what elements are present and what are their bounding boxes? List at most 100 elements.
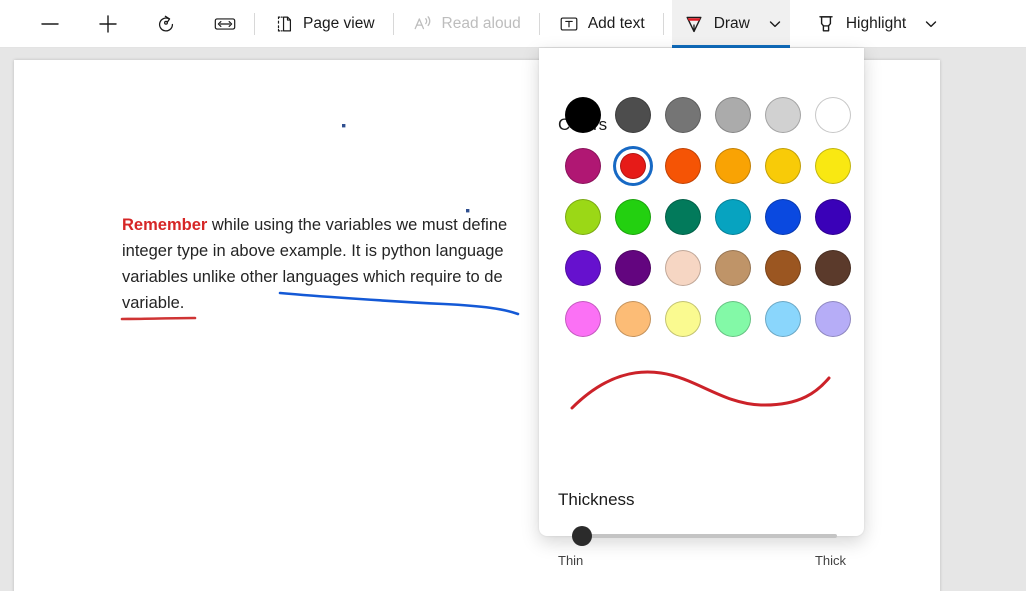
chevron-down-icon (769, 20, 781, 27)
color-swatch-dark-gray[interactable] (608, 90, 658, 140)
color-swatch-tan[interactable] (708, 243, 758, 293)
read-aloud-icon (414, 15, 430, 29)
color-swatch-orange-dark[interactable] (658, 141, 708, 191)
draw-dropdown-button[interactable] (759, 0, 790, 48)
swatch-fill (620, 153, 646, 179)
pen-icon (686, 16, 702, 32)
document-viewport[interactable]: Remember while using the variables we mu… (0, 48, 1026, 591)
minus-icon (41, 22, 59, 25)
color-swatch-blue-light[interactable] (758, 294, 808, 344)
highlight-dropdown-button[interactable] (916, 4, 946, 44)
color-swatch-green-light[interactable] (708, 294, 758, 344)
color-swatch-yellow[interactable] (808, 141, 858, 191)
swatch-fill (715, 97, 751, 133)
read-aloud-label: Read aloud (441, 14, 521, 32)
color-swatch-lime[interactable] (558, 192, 608, 242)
swatch-fill (565, 199, 601, 235)
color-swatch-gray[interactable] (658, 90, 708, 140)
color-swatch-indigo[interactable] (808, 192, 858, 242)
ink-dot-1 (342, 124, 346, 128)
highlight-label: Highlight (845, 14, 907, 32)
paragraph-line-1: Remember while using the variables we mu… (122, 212, 554, 238)
swatch-fill (565, 148, 601, 184)
slider-label-thick: Thick (814, 553, 846, 568)
color-swatch-yellow-light[interactable] (658, 294, 708, 344)
swatch-fill (615, 97, 651, 133)
color-swatch-lavender[interactable] (808, 294, 858, 344)
color-swatch-light-gray[interactable] (708, 90, 758, 140)
color-swatch-black[interactable] (558, 90, 608, 140)
swatch-fill (765, 148, 801, 184)
thickness-slider[interactable]: Thin Thick (558, 478, 846, 568)
zoom-in-button[interactable] (88, 4, 128, 44)
color-swatch-peach[interactable] (608, 294, 658, 344)
swatch-fill (815, 97, 851, 133)
color-swatch-green-bright[interactable] (608, 192, 658, 242)
draw-button[interactable]: Draw (671, 0, 761, 48)
swatch-fill (815, 199, 851, 235)
swatch-fill (815, 250, 851, 286)
color-swatch-violet[interactable] (558, 243, 608, 293)
slider-thumb[interactable] (572, 526, 592, 546)
swatch-fill (615, 199, 651, 235)
line1-rest: while using the variables we must define (207, 216, 508, 234)
red-underline-stroke (120, 316, 197, 321)
swatch-fill (665, 148, 701, 184)
swatch-fill (665, 97, 701, 133)
swatch-fill (665, 250, 701, 286)
page-view-icon (277, 16, 292, 31)
swatch-fill (765, 97, 801, 133)
chevron-down-icon (925, 20, 937, 27)
color-swatch-magenta[interactable] (558, 141, 608, 191)
add-text-button[interactable]: Add text (548, 4, 655, 44)
rotate-button[interactable] (146, 4, 186, 44)
keyword-remember: Remember (122, 216, 208, 234)
color-swatch-green-dark[interactable] (658, 192, 708, 242)
color-swatch-gold[interactable] (758, 141, 808, 191)
color-swatch-orange[interactable] (708, 141, 758, 191)
page-view-label: Page view (303, 14, 375, 32)
fit-width-icon (214, 17, 236, 30)
color-swatch-white[interactable] (808, 90, 858, 140)
swatch-fill (815, 301, 851, 337)
add-text-icon (560, 16, 578, 31)
color-swatch-brown[interactable] (758, 243, 808, 293)
highlight-button[interactable]: Highlight (804, 4, 916, 44)
slider-label-thin: Thin (558, 553, 584, 568)
zoom-out-button[interactable] (30, 4, 70, 44)
color-swatch-red[interactable] (608, 141, 658, 191)
swatch-fill (765, 199, 801, 235)
swatch-fill (665, 199, 701, 235)
swatch-fill (715, 148, 751, 184)
color-swatch-pink[interactable] (558, 294, 608, 344)
top-toolbar: Page view Read aloud Add text Draw Highl… (0, 0, 1026, 48)
read-aloud-button[interactable]: Read aloud (402, 4, 531, 44)
paragraph-line-2: integer type in above example. It is pyt… (122, 242, 504, 260)
paragraph-line-3: variables unlike other languages which r… (122, 268, 503, 286)
rotate-icon (158, 15, 174, 32)
toolbar-divider-2 (392, 12, 394, 35)
draw-options-panel: Colors Thickness Thin Thick (539, 48, 864, 568)
swatch-fill (565, 301, 601, 337)
color-swatch-cyan[interactable] (708, 192, 758, 242)
color-swatch-purple-dark[interactable] (608, 243, 658, 293)
swatch-fill (765, 301, 801, 337)
swatch-fill (765, 250, 801, 286)
draw-label: Draw (713, 14, 750, 32)
paragraph-line-4: variable. (122, 294, 185, 312)
color-swatch-lighter-gray[interactable] (758, 90, 808, 140)
toolbar-divider-4 (662, 12, 664, 35)
fit-width-button[interactable] (204, 4, 246, 44)
color-swatch-brown-dark[interactable] (808, 243, 858, 293)
color-swatch-grid (558, 90, 851, 344)
swatch-fill (815, 148, 851, 184)
swatch-fill (565, 97, 601, 133)
swatch-fill (615, 301, 651, 337)
highlighter-icon (819, 15, 833, 31)
page-view-button[interactable]: Page view (263, 4, 385, 44)
slider-track[interactable] (582, 534, 837, 538)
stroke-preview (570, 370, 831, 410)
color-swatch-blue[interactable] (758, 192, 808, 242)
swatch-fill (715, 199, 751, 235)
color-swatch-peach-light[interactable] (658, 243, 708, 293)
